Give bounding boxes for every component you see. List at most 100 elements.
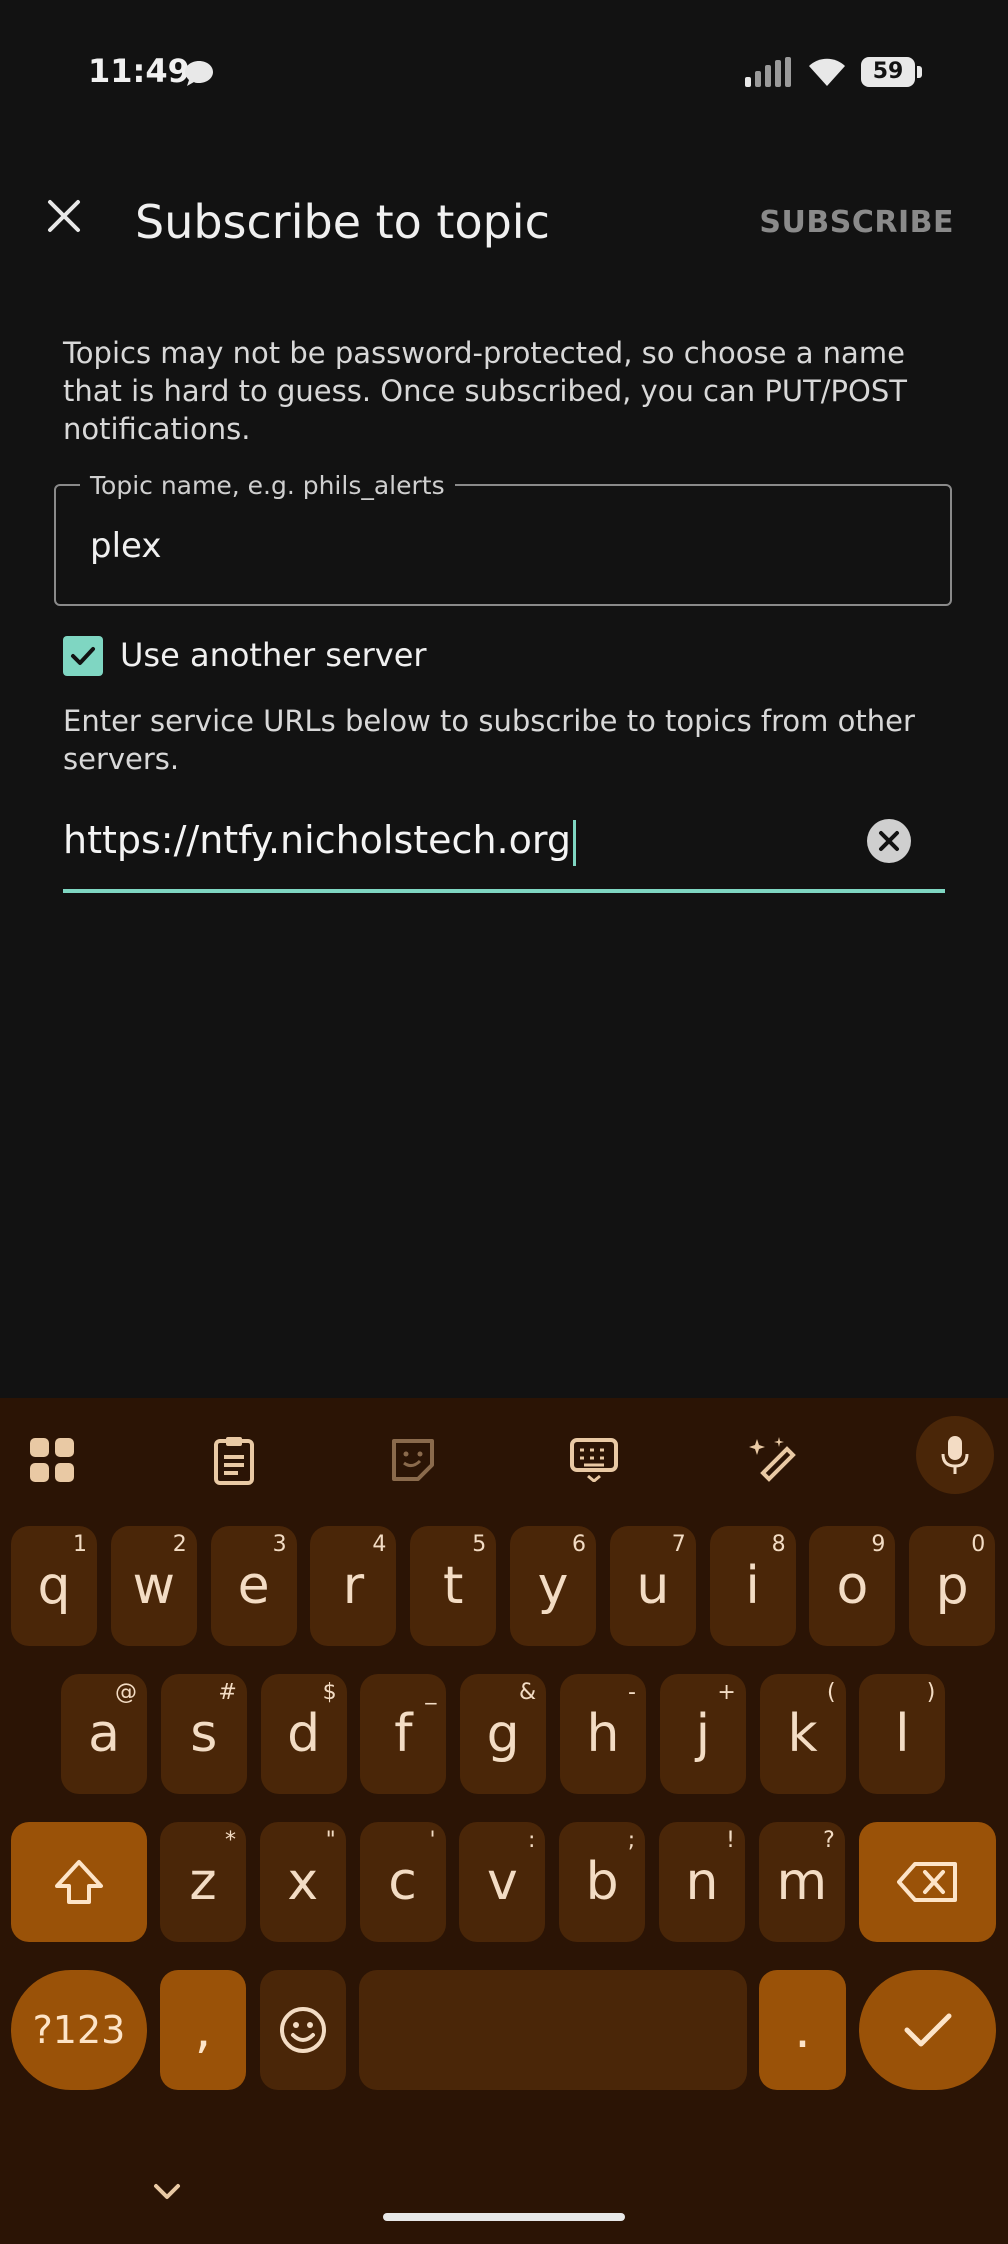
key-label: f <box>394 1704 413 1764</box>
topic-description: Topics may not be password-protected, so… <box>63 336 907 446</box>
home-indicator[interactable] <box>383 2213 625 2221</box>
key-alt-label: 4 <box>372 1532 387 1557</box>
microphone-icon[interactable] <box>916 1416 994 1494</box>
key-c[interactable]: c ' <box>359 1822 446 1942</box>
key-s[interactable]: s # <box>160 1674 247 1794</box>
key-label: j <box>695 1704 711 1764</box>
chat-notification-icon <box>185 61 213 86</box>
clear-icon[interactable] <box>866 818 912 864</box>
topic-name-field[interactable] <box>54 484 952 606</box>
topic-name-value[interactable]: plex <box>90 526 161 566</box>
key-alt-label: - <box>628 1680 636 1705</box>
key-e[interactable]: e3 <box>210 1526 297 1646</box>
key-label: x <box>287 1852 319 1912</box>
key-alt-label: # <box>218 1680 237 1705</box>
key-alt-label: _ <box>425 1680 437 1705</box>
key-n[interactable]: n! <box>659 1822 745 1942</box>
key-alt-label: 8 <box>771 1532 786 1557</box>
key-alt-label: ; <box>627 1828 636 1853</box>
key-label: i <box>745 1556 760 1616</box>
key-r[interactable]: r4 <box>310 1526 397 1646</box>
emoji-icon <box>280 2007 326 2053</box>
key-y[interactable]: y6 <box>510 1526 596 1646</box>
comma-key[interactable]: , <box>160 1970 246 2090</box>
key-label: z <box>189 1852 217 1912</box>
key-label: k <box>787 1704 818 1764</box>
key-alt-label: " <box>325 1828 336 1853</box>
key-alt-label: 9 <box>871 1532 886 1557</box>
key-l[interactable]: l) <box>859 1674 946 1794</box>
key-p[interactable]: p0 <box>909 1526 996 1646</box>
signal-icon <box>745 57 791 87</box>
key-alt-label: 0 <box>971 1532 986 1557</box>
key-w[interactable]: w2 <box>110 1526 197 1646</box>
soft-keyboard <box>0 1398 1008 2244</box>
key-alt-label: ? <box>823 1828 835 1853</box>
subscribe-button[interactable]: SUBSCRIBE <box>759 205 954 240</box>
magic-edit-icon[interactable] <box>744 1430 804 1490</box>
space-key[interactable] <box>359 1970 747 2090</box>
key-z[interactable]: z * <box>160 1822 246 1942</box>
key-label: y <box>537 1556 569 1616</box>
key-label: r <box>342 1556 365 1616</box>
key-u[interactable]: u7 <box>609 1526 696 1646</box>
key-t[interactable]: t5 <box>410 1526 497 1646</box>
key-label: s <box>190 1704 218 1764</box>
key-label: d <box>287 1704 321 1764</box>
backspace-key[interactable] <box>859 1822 996 1942</box>
key-alt-label: 6 <box>572 1532 586 1557</box>
key-i[interactable]: i8 <box>709 1526 796 1646</box>
key-f[interactable]: f _ <box>360 1674 447 1794</box>
apps-grid-icon[interactable] <box>22 1430 82 1490</box>
key-label: h <box>586 1704 620 1764</box>
emoji-key[interactable] <box>260 1970 346 2090</box>
key-j[interactable]: j + <box>659 1674 746 1794</box>
symbols-key[interactable]: ?123 <box>11 1970 147 2090</box>
server-url-input[interactable]: https://ntfy.nicholstech.org <box>63 818 576 866</box>
close-icon[interactable] <box>44 196 84 236</box>
key-a[interactable]: a @ <box>61 1674 147 1794</box>
key-label: e <box>237 1556 270 1616</box>
key-h[interactable]: h- <box>560 1674 646 1794</box>
key-alt-label: * <box>225 1828 236 1853</box>
clipboard-icon[interactable] <box>204 1430 264 1490</box>
key-alt-label: 7 <box>671 1532 686 1557</box>
key-d[interactable]: d $ <box>260 1674 347 1794</box>
shift-key[interactable] <box>11 1822 147 1942</box>
key-label: m <box>776 1852 828 1912</box>
use-another-server-label[interactable]: Use another server <box>120 636 427 674</box>
key-alt-label: ' <box>429 1828 436 1853</box>
key-alt-label: 1 <box>73 1532 87 1557</box>
chevron-down-icon[interactable] <box>150 2174 184 2208</box>
key-alt-label: @ <box>115 1680 137 1705</box>
keyboard-layout-icon[interactable] <box>564 1430 624 1490</box>
key-x[interactable]: x " <box>259 1822 346 1942</box>
key-label: t <box>442 1556 464 1616</box>
key-m[interactable]: m? <box>758 1822 845 1942</box>
key-label: g <box>486 1704 520 1764</box>
key-label: l <box>895 1704 910 1764</box>
key-o[interactable]: o9 <box>809 1526 896 1646</box>
key-alt-label: ! <box>726 1828 735 1853</box>
key-q[interactable]: q1 <box>11 1526 97 1646</box>
sticker-icon[interactable] <box>383 1430 443 1490</box>
key-b[interactable]: b; <box>559 1822 646 1942</box>
wifi-icon <box>809 58 845 86</box>
key-label: v <box>487 1852 518 1912</box>
period-key[interactable]: . <box>759 1970 846 2090</box>
key-label: a <box>88 1704 120 1764</box>
key-alt-label: + <box>717 1680 736 1705</box>
key-k[interactable]: k( <box>759 1674 846 1794</box>
status-icons: 59 <box>745 56 922 88</box>
key-alt-label: 5 <box>472 1532 487 1557</box>
key-g[interactable]: g & <box>460 1674 547 1794</box>
backspace-icon <box>896 1862 957 1902</box>
shift-icon <box>55 1860 103 1904</box>
use-another-server-checkbox[interactable] <box>63 636 103 676</box>
battery-icon <box>917 66 922 78</box>
topic-name-label: Topic name, e.g. phils_alerts <box>80 471 455 500</box>
key-alt-label: $ <box>322 1680 337 1705</box>
enter-key[interactable] <box>859 1970 996 2090</box>
key-label: o <box>836 1556 869 1616</box>
key-v[interactable]: v: <box>459 1822 546 1942</box>
